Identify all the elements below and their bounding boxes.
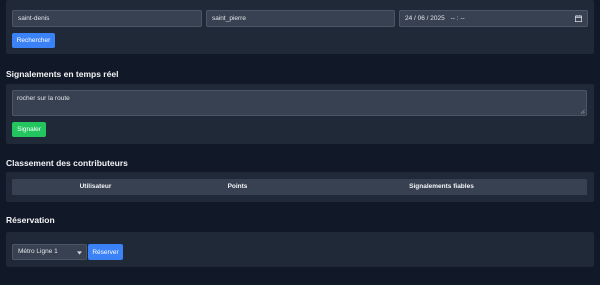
chevron-down-icon (77, 251, 82, 255)
date-value: 24 / 06 / 2025 (405, 15, 445, 22)
resize-grip-icon[interactable] (580, 109, 585, 114)
reservation-title: Réservation (6, 215, 55, 225)
departure-input[interactable]: saint-denis (12, 10, 202, 27)
leaderboard-table-header: Utilisateur Points Signalements fiables (12, 179, 587, 195)
search-button[interactable]: Rechercher (12, 33, 55, 48)
departure-value: saint-denis (18, 15, 50, 22)
search-panel: saint-denis saint_pierre 24 / 06 / 2025 … (6, 0, 594, 54)
line-select[interactable]: Métro Ligne 1 (12, 244, 87, 260)
column-reliable-reports: Signalements fiables (409, 183, 474, 190)
calendar-icon[interactable] (575, 15, 582, 22)
column-points: Points (227, 183, 248, 190)
column-user: Utilisateur (79, 183, 112, 190)
line-select-value: Métro Ligne 1 (18, 248, 58, 255)
report-button[interactable]: Signaler (12, 122, 46, 137)
arrival-input[interactable]: saint_pierre (206, 10, 395, 27)
datetime-input[interactable]: 24 / 06 / 2025 -- : -- (399, 10, 588, 27)
leaderboard-panel: Utilisateur Points Signalements fiables (6, 172, 594, 202)
report-message-value: rocher sur la route (17, 95, 70, 102)
reserve-button[interactable]: Réserver (88, 244, 123, 260)
arrival-value: saint_pierre (212, 15, 246, 22)
reports-panel: rocher sur la route Signaler (6, 84, 594, 144)
reports-title: Signalements en temps réel (6, 69, 119, 79)
leaderboard-title: Classement des contributeurs (6, 158, 128, 168)
report-message-input[interactable]: rocher sur la route (12, 90, 587, 116)
reservation-panel: Métro Ligne 1 Réserver (6, 232, 594, 267)
time-value: -- : -- (450, 15, 465, 22)
